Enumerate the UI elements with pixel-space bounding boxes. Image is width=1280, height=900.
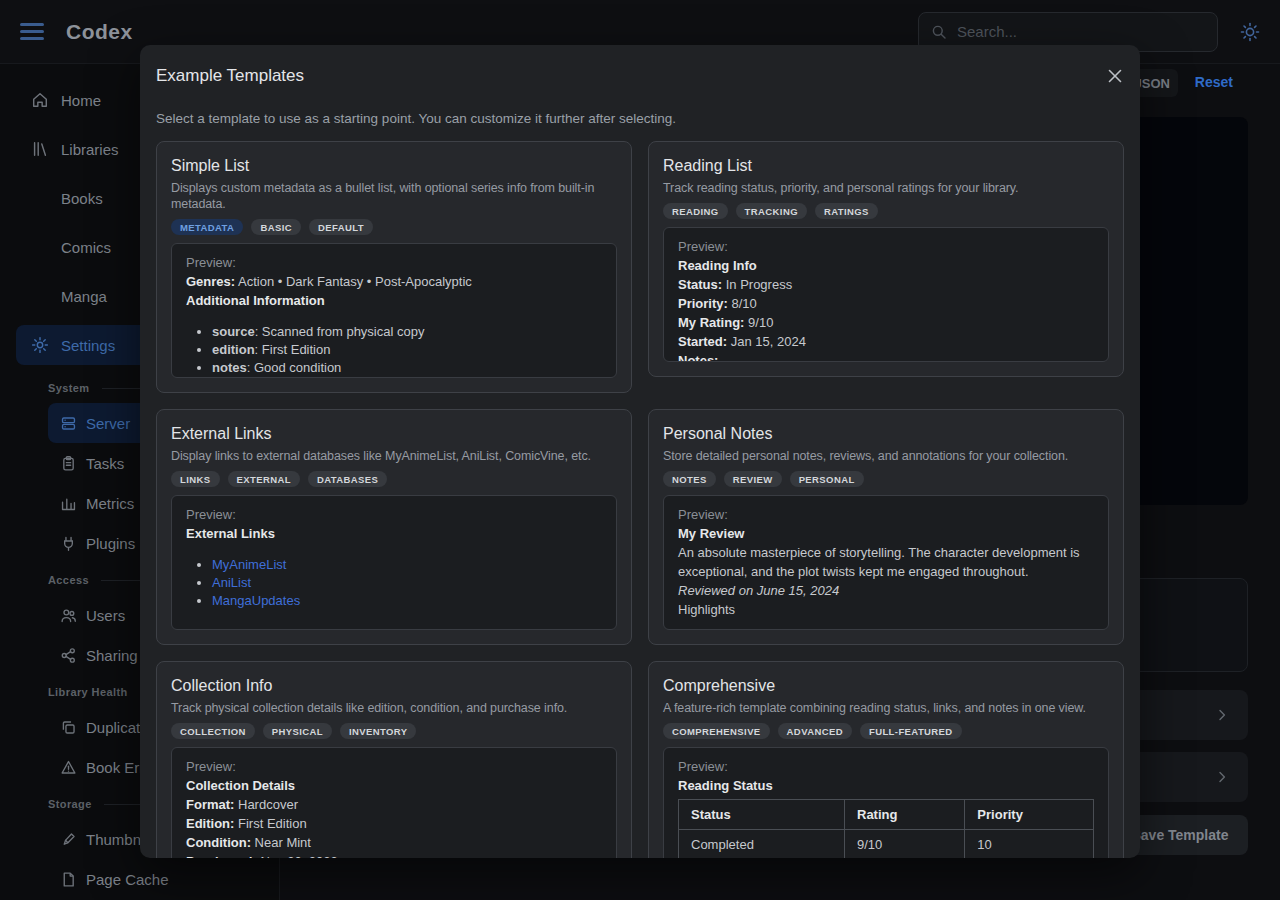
tag: READING [663,203,728,219]
search-icon [931,24,947,40]
share-icon [60,647,77,664]
table-row: Completed 9/10 10 [679,830,1094,859]
template-card-reading-list[interactable]: Reading List Track reading status, prior… [648,141,1124,377]
modal-title: Example Templates [156,66,1124,86]
template-preview: Preview: External Links MyAnimeList AniL… [171,495,617,630]
template-description: Display links to external databases like… [171,448,617,464]
template-card-collection-info[interactable]: Collection Info Track physical collectio… [156,661,632,858]
tag: FULL-FEATURED [860,723,962,739]
template-card-simple-list[interactable]: Simple List Displays custom metadata as … [156,141,632,393]
file-icon [60,871,77,888]
template-description: Displays custom metadata as a bullet lis… [171,180,617,212]
library-icon [31,140,49,158]
tag: REVIEW [724,471,782,487]
external-link[interactable]: AniList [212,575,251,590]
modal-subtitle: Select a template to use as a starting p… [156,110,1124,127]
preview-table: Status Rating Priority Completed 9/10 10 [678,799,1094,858]
tag: ADVANCED [778,723,852,739]
template-tags: METADATA BASIC DEFAULT [171,219,617,235]
home-icon [31,91,49,109]
tag: TRACKING [736,203,807,219]
tag: COMPREHENSIVE [663,723,770,739]
template-card-external-links[interactable]: External Links Display links to external… [156,409,632,645]
template-grid: Simple List Displays custom metadata as … [156,141,1124,858]
template-preview: Preview: Reading Status Status Rating Pr… [663,747,1109,858]
plug-icon [60,535,77,552]
users-icon [60,607,77,624]
template-preview: Preview: Genres: Action • Dark Fantasy •… [171,243,617,378]
app-title: Codex [66,20,133,44]
external-link[interactable]: MangaUpdates [212,593,300,608]
brush-icon [60,831,77,848]
tag: INVENTORY [340,723,417,739]
tag: EXTERNAL [228,471,300,487]
template-description: Store detailed personal notes, reviews, … [663,448,1109,464]
reset-button[interactable]: Reset [1195,74,1233,90]
theme-toggle-icon[interactable] [1240,22,1260,42]
tag: DEFAULT [309,219,373,235]
template-tags: READING TRACKING RATINGS [663,203,1109,219]
search-input[interactable] [957,23,1205,40]
warning-icon [60,759,77,776]
template-tags: COLLECTION PHYSICAL INVENTORY [171,723,617,739]
template-name: Simple List [171,156,617,176]
template-description: Track reading status, priority, and pers… [663,180,1109,196]
tag: METADATA [171,219,243,235]
chevron-right-icon [1214,707,1230,723]
tag: RATINGS [815,203,878,219]
example-templates-modal: Example Templates Select a template to u… [140,45,1140,858]
template-name: Comprehensive [663,676,1109,696]
template-preview: Preview: Reading Info Status: In Progres… [663,227,1109,362]
template-tags: NOTES REVIEW PERSONAL [663,471,1109,487]
template-tags: COMPREHENSIVE ADVANCED FULL-FEATURED [663,723,1109,739]
tag: PHYSICAL [263,723,332,739]
close-icon[interactable] [1105,66,1125,86]
template-name: Reading List [663,156,1109,176]
external-link[interactable]: MyAnimeList [212,557,286,572]
copy-icon [60,719,77,736]
tag: NOTES [663,471,716,487]
template-tags: LINKS EXTERNAL DATABASES [171,471,617,487]
template-name: External Links [171,424,617,444]
template-description: Track physical collection details like e… [171,700,617,716]
sidebar-item-page-cache[interactable]: Page Cache [48,859,263,899]
template-preview: Preview: Collection Details Format: Hard… [171,747,617,858]
template-preview: Preview: My Review An absolute masterpie… [663,495,1109,630]
gear-icon [31,336,49,354]
template-card-personal-notes[interactable]: Personal Notes Store detailed personal n… [648,409,1124,645]
bar-chart-icon [60,495,77,512]
template-name: Collection Info [171,676,617,696]
chevron-right-icon [1214,769,1230,785]
tag: BASIC [251,219,301,235]
server-icon [60,415,77,432]
template-card-comprehensive[interactable]: Comprehensive A feature-rich template co… [648,661,1124,858]
template-description: A feature-rich template combining readin… [663,700,1109,716]
template-name: Personal Notes [663,424,1109,444]
tag: COLLECTION [171,723,255,739]
tag: DATABASES [308,471,387,487]
clipboard-icon [60,455,77,472]
tag: PERSONAL [790,471,864,487]
menu-icon[interactable] [20,23,44,40]
tag: LINKS [171,471,220,487]
